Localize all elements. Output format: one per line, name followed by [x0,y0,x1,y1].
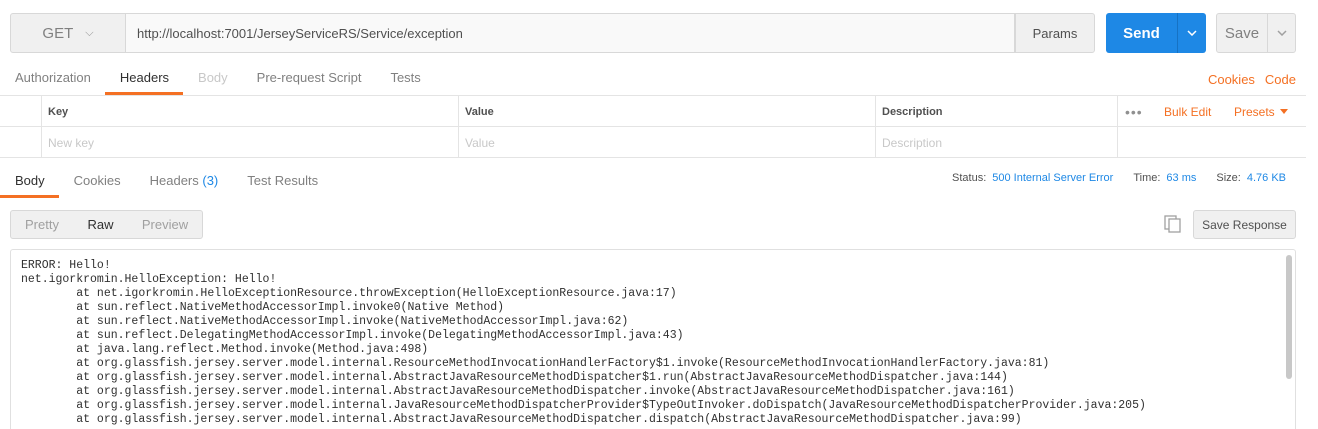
value-column-header: Value [465,105,494,118]
response-line: at sun.reflect.DelegatingMethodAccessorI… [21,329,684,342]
send-button-group: Send [1106,13,1206,53]
save-button[interactable]: Save [1217,14,1267,52]
request-tabs: Authorization Headers Body Pre-request S… [0,64,435,95]
tab-pre-request-script[interactable]: Pre-request Script [242,64,376,95]
status-label: Status: [952,172,987,184]
save-dropdown-button[interactable] [1267,14,1295,52]
presets-dropdown[interactable]: Presets [1234,96,1288,127]
response-line: at sun.reflect.NativeMethodAccessorImpl.… [21,315,629,328]
preview-button[interactable]: Preview [128,211,202,238]
pretty-button[interactable]: Pretty [11,211,73,238]
method-label: GET [42,24,74,42]
key-column-header: Key [48,105,69,118]
time-value[interactable]: 63 ms [1166,172,1196,184]
caret-down-icon [1279,109,1288,114]
new-description-input[interactable]: Description [875,127,1117,158]
tab-response-headers[interactable]: Headers (3) [135,167,233,198]
time-label: Time: [1133,172,1161,184]
params-button[interactable]: Params [1015,13,1095,53]
description-column-header: Description [882,105,943,118]
request-links: Cookies Code [1208,72,1296,87]
send-label: Send [1123,24,1160,42]
size-label: Size: [1216,172,1241,184]
send-dropdown-button[interactable] [1177,13,1206,53]
view-mode-toggle: Pretty Raw Preview [10,210,203,239]
size-value[interactable]: 4.76 KB [1247,172,1286,184]
code-link[interactable]: Code [1265,72,1296,87]
status-info: Status: 500 Internal Server Error [952,172,1113,184]
save-button-group: Save [1216,13,1296,53]
response-line: at org.glassfish.jersey.server.model.int… [21,357,1050,370]
new-key-input[interactable]: New key [41,127,458,158]
response-line: at org.glassfish.jersey.server.model.int… [21,399,1146,412]
response-body-viewer[interactable]: ERROR: Hello! net.igorkromin.HelloExcepti… [10,249,1296,429]
tab-test-results[interactable]: Test Results [232,167,332,198]
url-input[interactable]: http://localhost:7001/JerseyServiceRS/Se… [126,13,1015,53]
save-label: Save [1224,24,1260,42]
response-line: at org.glassfish.jersey.server.model.int… [21,371,1008,384]
bulk-edit-link[interactable]: Bulk Edit [1164,96,1211,127]
time-info: Time: 63 ms [1133,172,1196,184]
params-label: Params [1032,25,1078,41]
response-meta: Status: 500 Internal Server Error Time: 63… [952,172,1286,184]
vertical-scrollbar[interactable] [1286,255,1292,379]
more-dots-icon[interactable]: ••• [1125,96,1143,127]
tab-authorization[interactable]: Authorization [0,64,105,95]
copy-icon[interactable] [1163,214,1183,234]
tab-response-cookies[interactable]: Cookies [59,167,135,198]
response-tabs: Body Cookies Headers (3) Test Results [0,167,332,198]
new-value-input[interactable]: Value [458,127,875,158]
chevron-down-icon: ⌵ [85,26,94,39]
headers-table: Key Value Description ••• Bulk Edit Pres… [0,95,1306,158]
presets-label: Presets [1234,104,1275,119]
status-value[interactable]: 500 Internal Server Error [992,172,1113,184]
response-line: at org.glassfish.jersey.server.model.int… [21,385,1015,398]
response-line: ERROR: Hello! [21,259,111,272]
tab-headers[interactable]: Headers [104,64,184,95]
response-line: at sun.reflect.NativeMethodAccessorImpl.… [21,301,505,314]
send-button[interactable]: Send [1106,13,1177,53]
url-text: http://localhost:7001/JerseyServiceRS/Se… [137,25,463,41]
response-line: net.igorkromin.HelloException: Hello! [21,273,277,286]
tab-tests[interactable]: Tests [375,64,434,95]
chevron-down-icon [1276,30,1287,36]
headers-tab-label: Headers [149,173,199,188]
tab-body[interactable]: Body [183,64,242,95]
response-line: at java.lang.reflect.Method.invoke(Metho… [21,343,429,356]
raw-button[interactable]: Raw [73,211,128,238]
method-select[interactable]: GET ⌵ [10,13,126,53]
chevron-down-icon [1187,30,1197,36]
save-response-button[interactable]: Save Response [1193,210,1296,239]
cookies-link[interactable]: Cookies [1208,72,1255,87]
response-line: at net.igorkromin.HelloExceptionResource… [21,287,677,300]
size-info: Size: 4.76 KB [1216,172,1286,184]
headers-table-new-row: New key Value Description [0,127,1306,158]
response-body-text: ERROR: Hello! net.igorkromin.HelloExcepti… [21,259,1146,427]
response-line: at org.glassfish.jersey.server.model.int… [21,413,1022,426]
headers-table-header: Key Value Description ••• Bulk Edit Pres… [0,96,1306,127]
tab-response-body[interactable]: Body [0,167,59,198]
headers-count-badge: (3) [202,173,219,188]
